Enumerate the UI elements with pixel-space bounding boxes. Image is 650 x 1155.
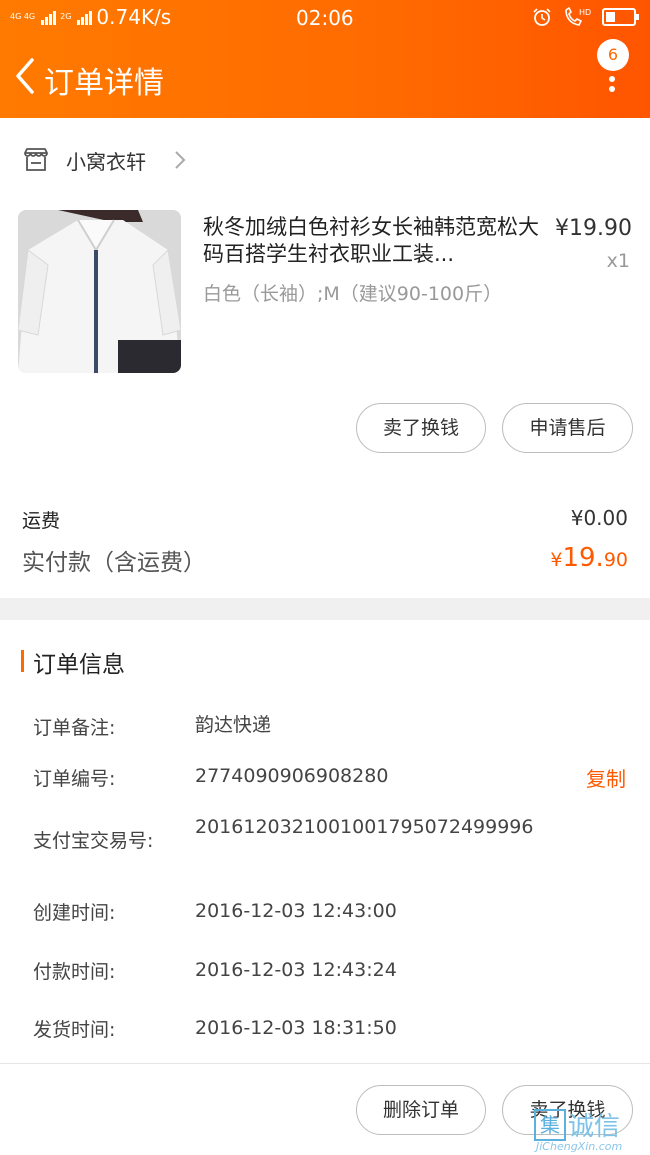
section-divider: [0, 598, 650, 620]
status-time: 02:06: [296, 6, 354, 30]
watermark-main: 集 诚信: [534, 1106, 620, 1143]
chevron-right-icon: [175, 151, 186, 169]
shipping-label: 运费: [22, 510, 61, 532]
product-sku: 白色（长袖）;M（建议90-100斤）: [203, 283, 503, 305]
product-quantity: x1: [606, 250, 630, 272]
section-accent-bar: [21, 650, 24, 672]
product-price: ¥19.90: [555, 216, 632, 241]
sell-for-cash-button[interactable]: 卖了换钱: [356, 403, 486, 453]
status-right: HD: [532, 6, 639, 28]
footer-divider: [0, 1063, 650, 1064]
total-currency: ¥: [550, 549, 563, 571]
status-bar: 4G 4G 2G 0.74K/s 02:06 HD: [0, 0, 650, 36]
total-paid-label: 实付款（含运费）: [22, 550, 206, 576]
alipay-trade-label: 支付宝交易号:: [33, 830, 154, 852]
more-dots-icon: [609, 76, 615, 96]
status-left: 4G 4G 2G 0.74K/s: [10, 5, 171, 29]
message-badge: 6: [597, 39, 629, 71]
shop-row[interactable]: 小窝衣轩: [0, 130, 650, 190]
shipped-time-label: 发货时间:: [33, 1019, 116, 1041]
order-info-title: 订单信息: [33, 652, 125, 678]
created-time-value: 2016-12-03 12:43:00: [195, 900, 397, 922]
alipay-trade-value: 2016120321001001795072499996: [195, 816, 534, 838]
product-photo: [18, 210, 181, 373]
more-menu-button[interactable]: 6: [594, 39, 634, 104]
watermark-url: JiChengXin.com: [536, 1140, 623, 1153]
product-title[interactable]: 秋冬加绒白色衬衫女长袖韩范宽松大码百搭学生衬衣职业工装...: [203, 214, 539, 268]
delete-order-button[interactable]: 删除订单: [356, 1085, 486, 1135]
back-arrow-icon[interactable]: [8, 54, 44, 98]
shop-name[interactable]: 小窝衣轩: [66, 146, 146, 175]
signal-icon: [41, 9, 57, 25]
after-sale-button[interactable]: 申请售后: [502, 403, 633, 453]
product-image[interactable]: [18, 210, 181, 373]
copy-order-number-link[interactable]: 复制: [586, 763, 626, 792]
watermark-logo: 集 诚信 JiChengXin.com: [534, 1106, 650, 1155]
shipping-value: ¥0.00: [570, 506, 628, 530]
order-number-label: 订单编号:: [33, 768, 116, 790]
app-header: 4G 4G 2G 0.74K/s 02:06 HD 订单详情 6: [0, 0, 650, 118]
battery-icon: [602, 8, 639, 26]
alarm-icon: [533, 8, 551, 26]
paid-time-label: 付款时间:: [33, 961, 116, 983]
order-note-value: 韵达快递: [195, 714, 272, 736]
network-type-2: 2G: [60, 12, 72, 21]
watermark-box-char: 集: [534, 1108, 566, 1141]
created-time-label: 创建时间:: [33, 902, 116, 924]
paid-time-value: 2016-12-03 12:43:24: [195, 959, 397, 981]
signal-icon-2: [77, 9, 93, 25]
watermark-text: 诚信: [568, 1112, 621, 1142]
network-type: 4G 4G: [10, 12, 36, 21]
network-speed: 0.74K/s: [96, 5, 172, 29]
shipped-time-value: 2016-12-03 18:31:50: [195, 1017, 397, 1039]
shop-icon: [24, 148, 48, 171]
total-paid-value: ¥19.90: [550, 543, 628, 573]
nav-bar: 订单详情 6: [0, 39, 650, 114]
order-note-label: 订单备注:: [33, 717, 116, 739]
hd-label: HD: [579, 8, 591, 17]
total-decimal: 90: [603, 549, 628, 571]
phone-hd-icon: HD: [565, 6, 591, 26]
page-title: 订单详情: [44, 66, 164, 101]
total-integer: 19.: [562, 543, 604, 573]
order-number-value: 2774090906908280: [195, 765, 389, 787]
